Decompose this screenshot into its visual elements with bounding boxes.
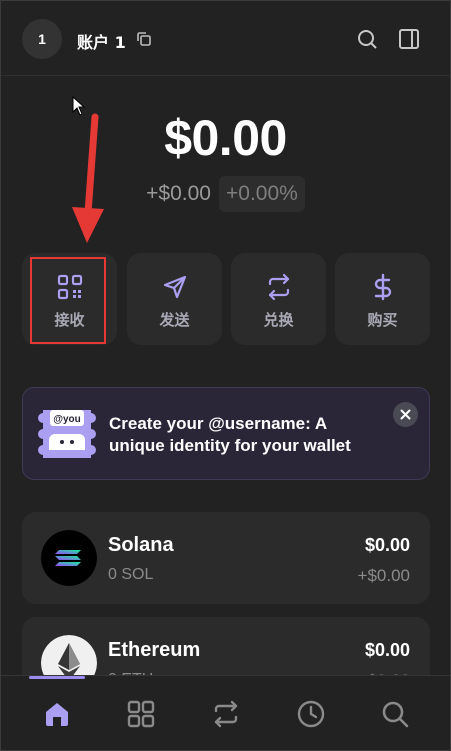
token-name: Solana [108,534,174,556]
token-amount: 0 SOL [108,566,154,583]
banner-close-button[interactable] [393,402,418,427]
banner-text: Create your @username: A unique identity… [109,414,351,455]
username-badge-icon: @you [38,410,96,458]
send-button[interactable]: 发送 [127,253,222,345]
sidebar-toggle-icon[interactable] [397,27,421,51]
grid-icon[interactable] [125,698,157,730]
token-value: $0.00 [364,640,410,660]
send-label: 发送 [159,311,190,329]
copy-icon[interactable] [135,30,153,48]
swap-button[interactable]: 兑换 [231,253,326,345]
dollar-icon [374,273,391,301]
token-change: +$0.00 [357,566,410,585]
token-row-solana[interactable]: Solana 0 SOL $0.00 +$0.00 [22,512,430,604]
change-percent: +0.00% [219,176,305,212]
buy-button[interactable]: 购买 [335,253,430,345]
header: 1 账户 1 [1,1,450,76]
account-name[interactable]: 账户 1 [77,29,126,53]
solana-logo-icon [41,530,97,586]
search-icon[interactable] [379,698,411,730]
annotation-highlight-box [30,257,106,344]
swap-icon[interactable] [210,698,242,730]
annotation-arrow-icon [72,113,104,243]
history-icon[interactable] [295,698,327,730]
active-tab-indicator [29,676,85,679]
home-icon[interactable] [41,698,73,730]
username-badge-text: @you [53,414,81,425]
close-icon [400,409,411,420]
token-name: Ethereum [108,639,201,661]
send-icon [163,275,186,299]
account-avatar[interactable]: 1 [22,19,62,59]
token-value: $0.00 [364,535,410,555]
search-icon[interactable] [355,27,379,51]
change-amount: +$0.00 [146,182,211,205]
swap-icon [268,273,289,301]
buy-label: 购买 [367,311,398,329]
username-banner[interactable]: @you Create your @username: A unique ide… [22,387,430,480]
bottom-nav [1,675,450,750]
swap-label: 兑换 [263,311,294,329]
wallet-window: 1 账户 1 $0.00 +$0.00 +0.00% 接收 发送 兑换 购买 @… [0,0,451,751]
